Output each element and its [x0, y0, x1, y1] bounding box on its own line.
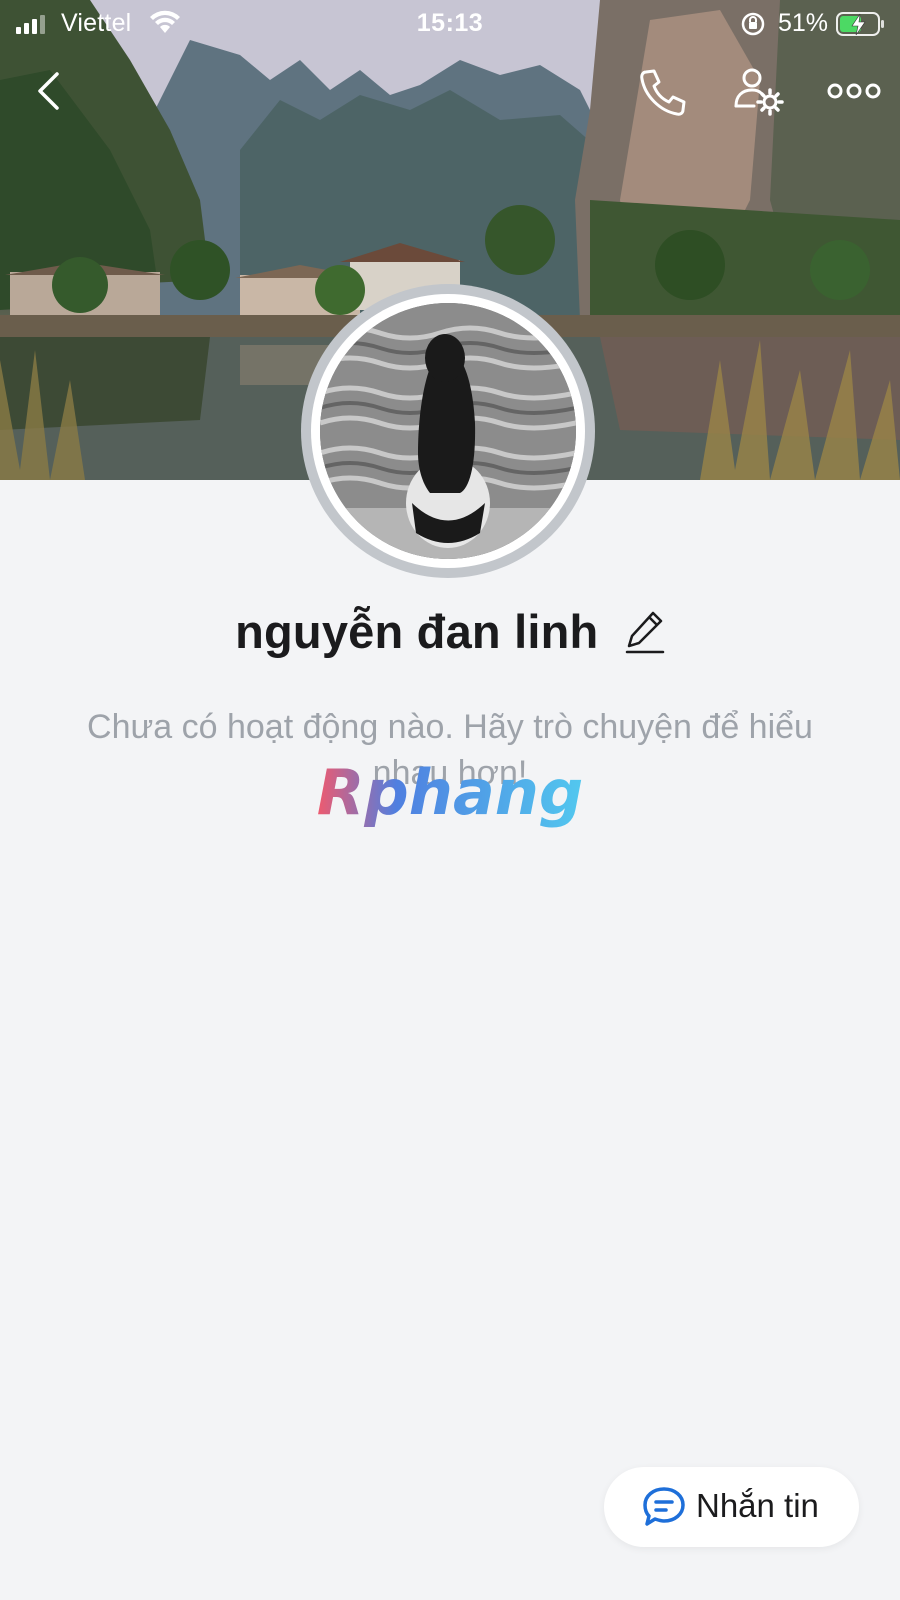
phone-icon — [640, 69, 686, 116]
battery-percent: 51% — [778, 9, 829, 37]
avatar[interactable] — [320, 303, 576, 559]
back-button[interactable] — [30, 66, 70, 116]
watermark-text: Rphang — [317, 758, 584, 829]
send-message-button[interactable]: Nhắn tin — [604, 1467, 859, 1547]
avatar-ring — [301, 284, 595, 578]
user-settings-icon — [734, 68, 784, 116]
send-message-label: Nhắn tin — [696, 1487, 819, 1524]
call-button[interactable] — [636, 66, 690, 118]
more-options-button[interactable] — [826, 76, 882, 106]
edit-name-button[interactable] — [625, 609, 665, 655]
watermark-logo: Rphang — [317, 758, 584, 829]
edit-pencil-icon — [625, 611, 665, 653]
profile-name: nguyễn đan linh — [235, 605, 599, 658]
chat-bubble-icon — [643, 1487, 685, 1526]
avatar-photo — [320, 303, 576, 559]
rotation-lock-icon — [740, 11, 766, 42]
battery-charging-icon — [836, 11, 886, 42]
profile-settings-button[interactable] — [732, 66, 788, 120]
profile-name-row: nguyễn đan linh — [0, 604, 900, 664]
back-icon — [38, 72, 59, 110]
more-icon — [827, 83, 881, 99]
status-bar: Viettel 15:13 51% — [0, 0, 900, 44]
